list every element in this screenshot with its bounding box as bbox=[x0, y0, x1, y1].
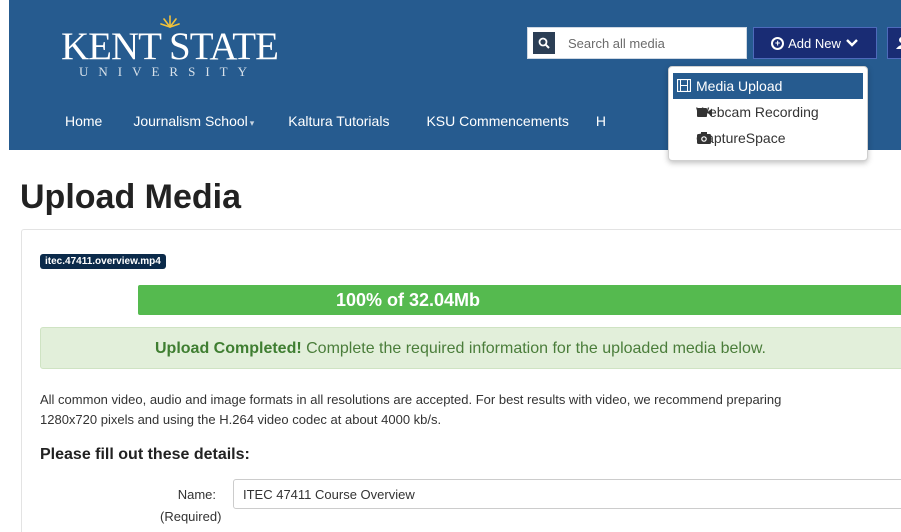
camera-icon bbox=[697, 132, 711, 144]
format-info-line-2: 1280x720 pixels and using the H.264 vide… bbox=[40, 412, 442, 427]
progress-label: 100% of 32.04Mb bbox=[335, 290, 481, 310]
file-name-badge: itec.47411.overview.mp4 bbox=[40, 254, 166, 269]
user-icon bbox=[896, 37, 901, 49]
chevron-down-icon bbox=[846, 39, 858, 47]
search-box bbox=[527, 27, 747, 59]
logo-wordmark: KENT STATE bbox=[61, 25, 279, 68]
nav-item-more[interactable]: H bbox=[596, 103, 606, 139]
required-label: (Required) bbox=[160, 509, 222, 524]
details-heading: Please fill out these details: bbox=[40, 446, 250, 463]
name-label: Name: bbox=[177, 487, 216, 502]
page: KENT STATE UNIVERSITY + Add New Home Jou… bbox=[0, 0, 901, 532]
film-icon bbox=[677, 79, 691, 92]
alert-text: Complete the required information for th… bbox=[301, 340, 766, 357]
caret-down-icon: ▾ bbox=[249, 118, 255, 128]
nav-item-label: Journalism School bbox=[133, 113, 248, 129]
menu-item-capturespace[interactable]: CaptureSpace bbox=[669, 125, 867, 151]
menu-item-webcam-recording[interactable]: Webcam Recording bbox=[669, 99, 867, 125]
format-info-line-1: All common video, audio and image format… bbox=[40, 392, 782, 407]
menu-item-label: Media Upload bbox=[696, 78, 783, 94]
name-field-label: Name: (Required) bbox=[160, 484, 222, 528]
progress-text: 100% of 32.04Mb bbox=[138, 285, 901, 315]
format-info: All common video, audio and image format… bbox=[40, 390, 901, 430]
upload-success-alert: Upload Completed! Complete the required … bbox=[40, 327, 901, 369]
nav-item-ksu-commencements[interactable]: KSU Commencements bbox=[426, 103, 568, 139]
plus-circle-icon: + bbox=[771, 36, 785, 50]
kent-state-logo[interactable]: KENT STATE UNIVERSITY bbox=[61, 14, 291, 84]
logo-subtitle: UNIVERSITY bbox=[79, 64, 257, 79]
name-input[interactable] bbox=[233, 479, 901, 509]
page-title: Upload Media bbox=[20, 178, 242, 216]
add-new-button[interactable]: + Add New bbox=[753, 27, 877, 59]
search-input[interactable] bbox=[568, 35, 738, 51]
menu-item-label: Webcam Recording bbox=[696, 104, 819, 120]
nav-item-home[interactable]: Home bbox=[65, 103, 102, 139]
alert-strong: Upload Completed! bbox=[155, 340, 302, 357]
menu-item-media-upload[interactable]: Media Upload bbox=[673, 73, 863, 99]
nav-item-kaltura-tutorials[interactable]: Kaltura Tutorials bbox=[288, 103, 389, 139]
search-icon[interactable] bbox=[533, 32, 555, 54]
user-menu-button[interactable] bbox=[887, 27, 901, 59]
add-new-label: Add New bbox=[788, 35, 841, 51]
video-camera-icon bbox=[697, 108, 712, 117]
upload-progress-bar: 100% of 32.04Mb bbox=[138, 285, 901, 315]
main-nav: Home Journalism School ▾ Kaltura Tutorial… bbox=[9, 103, 606, 139]
nav-item-journalism-school[interactable]: Journalism School ▾ bbox=[133, 103, 254, 139]
add-new-dropdown: Media Upload Webcam Recording CaptureSpa… bbox=[668, 66, 868, 161]
